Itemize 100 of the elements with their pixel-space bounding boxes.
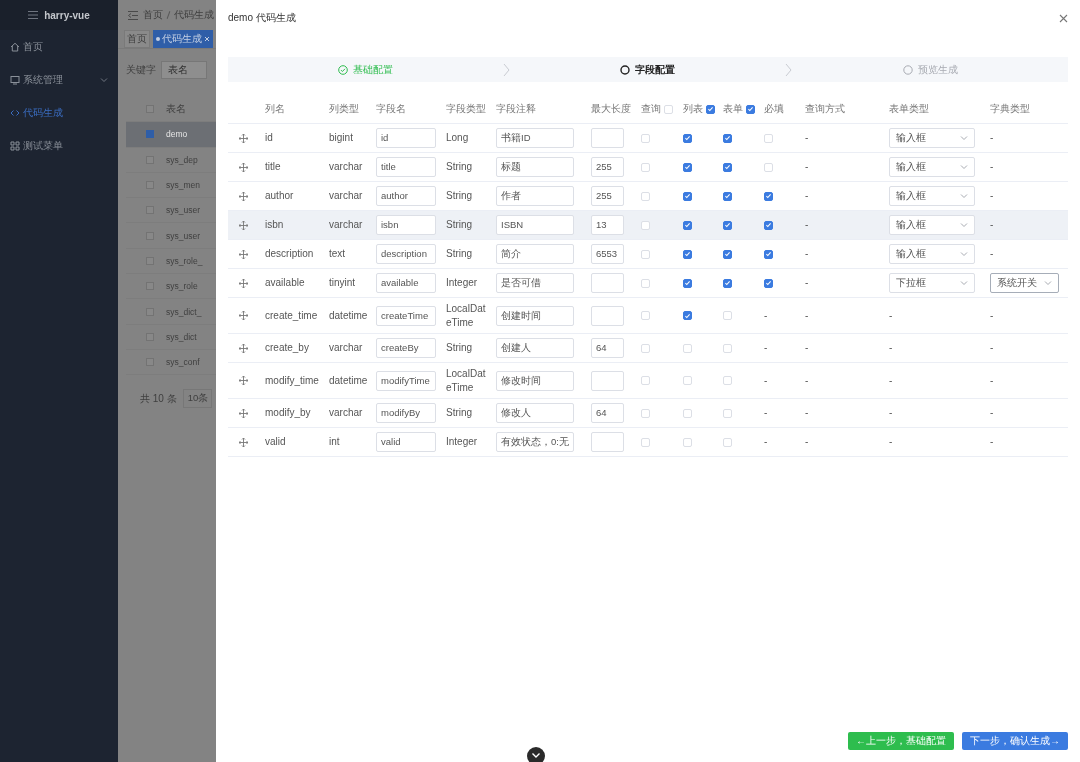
checkbox[interactable] <box>683 311 692 320</box>
input-field[interactable] <box>591 273 624 293</box>
checkbox[interactable] <box>764 191 773 201</box>
input-field[interactable]: 13 <box>591 215 624 235</box>
input-field[interactable]: title <box>376 157 436 177</box>
drag-handle-icon[interactable] <box>239 191 248 201</box>
select-field[interactable]: 输入框 <box>889 128 975 148</box>
checkbox[interactable] <box>146 130 154 139</box>
table-row[interactable]: id bigint id Long 书籍ID - 输入框 - <box>228 124 1068 153</box>
table-cell: String <box>446 406 473 420</box>
checkbox[interactable] <box>706 104 715 114</box>
close-icon[interactable] <box>1059 13 1068 23</box>
sidebar-item[interactable]: 首页 <box>0 30 118 63</box>
input-field[interactable]: 创建时间 <box>496 305 574 326</box>
input-field[interactable] <box>591 432 624 452</box>
input-field[interactable]: 修改人 <box>496 403 574 423</box>
checkbox[interactable] <box>683 220 692 230</box>
drag-handle-icon[interactable] <box>239 278 248 288</box>
drag-handle-icon[interactable] <box>239 162 248 172</box>
table-row[interactable]: create_time datetime createTime LocalDateTime 创建时间 - - - - <box>228 298 1068 334</box>
input-field[interactable]: 255 <box>591 157 624 177</box>
drag-handle-icon[interactable] <box>239 343 248 353</box>
input-field[interactable]: 6553 <box>591 244 624 264</box>
checkbox[interactable] <box>764 278 773 288</box>
input-field[interactable]: 作者 <box>496 186 574 206</box>
menu-icon[interactable] <box>28 11 39 19</box>
select-field[interactable]: 下拉框 <box>889 273 975 293</box>
search-field[interactable]: 表名 <box>161 61 207 79</box>
input-field[interactable] <box>591 305 624 326</box>
table-row[interactable]: create_by varchar createBy String 创建人 64 - - - - <box>228 334 1068 363</box>
input-field[interactable]: 书籍ID <box>496 128 574 148</box>
drag-handle-icon[interactable] <box>239 311 248 320</box>
input-field[interactable]: modifyBy <box>376 403 436 423</box>
input-field[interactable]: 64 <box>591 338 624 358</box>
checkbox[interactable] <box>723 249 732 259</box>
table-cell: varchar <box>329 218 363 232</box>
input-field[interactable]: modifyTime <box>376 370 436 391</box>
column-header: 必填 <box>764 102 784 116</box>
select-field[interactable]: 输入框 <box>889 186 975 206</box>
input-field[interactable]: 标题 <box>496 157 574 177</box>
select-field[interactable]: 输入框 <box>889 157 975 177</box>
column-header: 查询 <box>641 102 661 116</box>
table-row[interactable]: valid int valid Integer 有效状态，0:无 - - - - <box>228 428 1068 457</box>
input-field[interactable] <box>591 128 624 148</box>
sidebar-item[interactable]: 测试菜单 <box>0 129 118 162</box>
table-row[interactable]: demo <box>126 122 216 148</box>
input-field[interactable]: 有效状态，0:无 <box>496 432 574 452</box>
checkbox[interactable] <box>723 191 732 201</box>
table-row[interactable]: available tinyint available Integer 是否可借 - 下拉框 系统开关 <box>228 269 1068 298</box>
input-field[interactable]: 创建人 <box>496 338 574 358</box>
input-field[interactable]: author <box>376 186 436 206</box>
checkbox[interactable] <box>683 278 692 288</box>
input-field[interactable]: available <box>376 273 436 293</box>
fold-icon[interactable] <box>128 10 138 20</box>
drag-handle-icon[interactable] <box>239 220 248 230</box>
drag-handle-icon[interactable] <box>239 437 248 447</box>
input-field[interactable]: id <box>376 128 436 148</box>
checkbox[interactable] <box>723 162 732 172</box>
input-field[interactable]: 255 <box>591 186 624 206</box>
input-field[interactable]: ISBN <box>496 215 574 235</box>
step-label[interactable]: 字段配置 <box>635 62 676 77</box>
checkbox[interactable] <box>723 220 732 230</box>
checkbox[interactable] <box>764 249 773 259</box>
select-field[interactable]: 输入框 <box>889 215 975 235</box>
checkbox[interactable] <box>683 162 692 172</box>
input-field[interactable]: 是否可借 <box>496 273 574 293</box>
column-header: 表名 <box>166 102 186 117</box>
drag-handle-icon[interactable] <box>239 133 248 143</box>
input-field[interactable]: 简介 <box>496 244 574 264</box>
input-field[interactable] <box>591 370 624 391</box>
checkbox[interactable] <box>723 278 732 288</box>
scroll-down-icon[interactable] <box>527 747 545 762</box>
input-field[interactable]: 64 <box>591 403 624 423</box>
select-field[interactable]: 系统开关 <box>990 273 1059 293</box>
table-row[interactable]: isbn varchar isbn String ISBN 13 - 输入框 - <box>228 211 1068 240</box>
tab[interactable]: 代码生成 <box>153 30 213 48</box>
table-cell: - <box>764 406 768 420</box>
table-cell: modify_time <box>265 373 319 388</box>
input-field[interactable]: 修改时间 <box>496 370 574 391</box>
checkbox[interactable] <box>764 220 773 230</box>
input-field[interactable]: isbn <box>376 215 436 235</box>
next-button[interactable]: 下一步，确认生成→ <box>962 732 1068 750</box>
table-row[interactable]: modify_by varchar modifyBy String 修改人 64 - - - - <box>228 399 1068 428</box>
input-field[interactable]: description <box>376 244 436 264</box>
table-row[interactable]: description text description String 简介 6553 - 输入框 - <box>228 240 1068 269</box>
drag-handle-icon[interactable] <box>239 408 248 418</box>
drag-handle-icon[interactable] <box>239 249 248 259</box>
checkbox[interactable] <box>746 104 755 114</box>
table-row[interactable]: title varchar title String 标题 255 - 输入框 - <box>228 153 1068 182</box>
input-field[interactable]: createTime <box>376 305 436 326</box>
sidebar-item[interactable]: 系统管理 <box>0 63 118 96</box>
checkbox[interactable] <box>683 249 692 259</box>
checkbox[interactable] <box>683 133 692 143</box>
select-field[interactable]: 输入框 <box>889 244 975 264</box>
table-row[interactable]: modify_time datetime modifyTime LocalDateTime 修改时间 - - - - <box>228 363 1068 399</box>
checkbox[interactable] <box>723 133 732 143</box>
drag-handle-icon[interactable] <box>239 376 248 385</box>
input-field[interactable]: createBy <box>376 338 436 358</box>
input-field[interactable]: valid <box>376 432 436 452</box>
checkbox[interactable] <box>683 191 692 201</box>
